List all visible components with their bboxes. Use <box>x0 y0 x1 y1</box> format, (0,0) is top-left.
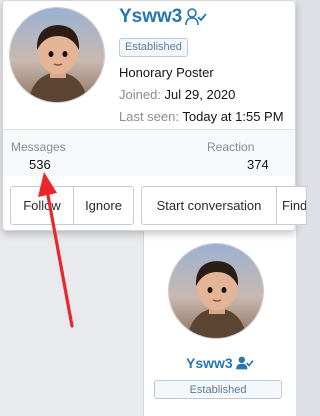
reaction-label: Reaction <box>207 140 255 154</box>
tooltip-actions: Follow Ignore Start conversation Find <box>10 186 307 225</box>
tooltip-avatar[interactable] <box>9 7 105 103</box>
user-status-badge: Established <box>119 38 188 57</box>
user-title: Honorary Poster <box>119 65 214 80</box>
card-header: Ysww3 Established Honorary Poster Joined… <box>3 1 295 129</box>
tooltip-username-row: Ysww3 <box>119 6 208 28</box>
user-check-icon <box>185 8 208 26</box>
follow-button[interactable]: Follow <box>10 186 74 225</box>
ignore-button[interactable]: Ignore <box>74 186 134 225</box>
last-seen-value: Today at 1:55 PM <box>182 109 284 124</box>
joined-info: Joined: Jul 29, 2020 <box>119 87 235 102</box>
find-button[interactable]: Find <box>277 186 307 225</box>
joined-value: Jul 29, 2020 <box>164 87 236 102</box>
user-stats: Messages 536 Reaction 374 <box>3 130 295 176</box>
member-status-badge: Established <box>154 380 282 399</box>
popover-pointer <box>209 232 227 241</box>
joined-label: Joined: <box>119 87 161 102</box>
user-check-icon <box>235 356 254 370</box>
tooltip-username-link[interactable]: Ysww3 <box>119 6 182 28</box>
member-avatar[interactable] <box>168 243 264 339</box>
member-username-link[interactable]: Ysww3 <box>186 355 233 371</box>
messages-count[interactable]: 536 <box>29 157 51 172</box>
start-conversation-button[interactable]: Start conversation <box>141 186 277 225</box>
reaction-count: 374 <box>247 157 269 172</box>
last-seen-label: Last seen: <box>119 109 179 124</box>
last-seen-info: Last seen: Today at 1:55 PM <box>119 109 284 124</box>
member-username-row: Ysww3 <box>186 355 254 371</box>
messages-label: Messages <box>11 140 66 154</box>
member-tooltip-card: Ysww3 Established Honorary Poster Joined… <box>2 0 307 231</box>
